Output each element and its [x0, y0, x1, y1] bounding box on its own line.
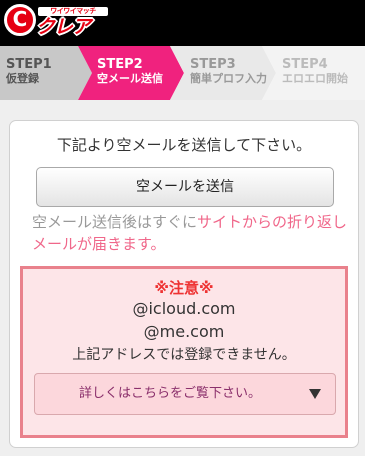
warning-message: 上記アドレスでは登録できません。	[72, 347, 296, 363]
step-2: STEP2 空メール送信	[97, 58, 163, 86]
note-text: 空メール送信後はすぐにサイトからの折り返しメールが届きます。	[32, 211, 352, 255]
blocked-domain-me: @me.com	[143, 322, 225, 341]
step-4-label: エロエロ開始	[282, 72, 348, 85]
registration-steps: STEP1 仮登録 STEP2 空メール送信 STEP3 簡単プロフ入力 STE…	[0, 46, 365, 100]
step-1-label: 仮登録	[6, 72, 39, 85]
details-toggle[interactable]: 詳しくはこちらをご覧下さい。	[34, 373, 336, 415]
details-label: 詳しくはこちらをご覧下さい。	[78, 386, 261, 401]
step-3-label: 簡単プロフ入力	[190, 72, 267, 85]
step-3-number: STEP3	[190, 57, 236, 72]
note-prefix: 空メール送信後はすぐに	[32, 213, 198, 231]
step-3: STEP3 簡単プロフ入力	[190, 58, 267, 86]
blocked-domain-icloud: @icloud.com	[132, 299, 236, 318]
logo-mark: C	[4, 4, 36, 36]
app-header: C ワイワイマッチ クレア	[0, 0, 365, 46]
step-1: STEP1 仮登録	[6, 58, 52, 86]
step-4-number: STEP4	[282, 57, 328, 72]
logo-tagline: ワイワイマッチ	[38, 7, 108, 16]
logo-name: クレア	[36, 16, 91, 38]
step-4: STEP4 エロエロ開始	[282, 58, 348, 86]
triangle-down-icon	[309, 389, 321, 399]
step-2-label: 空メール送信	[97, 72, 163, 85]
step-1-number: STEP1	[6, 57, 52, 72]
intro-text: 下記より空メールを送信して下さい。	[56, 136, 312, 154]
warning-box: ※注意※ @icloud.com @me.com 上記アドレスでは登録できません…	[20, 266, 348, 438]
warning-title: ※注意※	[154, 279, 214, 297]
send-empty-mail-button[interactable]: 空メールを送信	[36, 167, 334, 207]
site-logo[interactable]: C ワイワイマッチ クレア	[4, 4, 124, 40]
empty-mail-card: 下記より空メールを送信して下さい。 空メールを送信 空メール送信後はすぐにサイト…	[9, 120, 359, 448]
step-2-number: STEP2	[97, 57, 143, 72]
